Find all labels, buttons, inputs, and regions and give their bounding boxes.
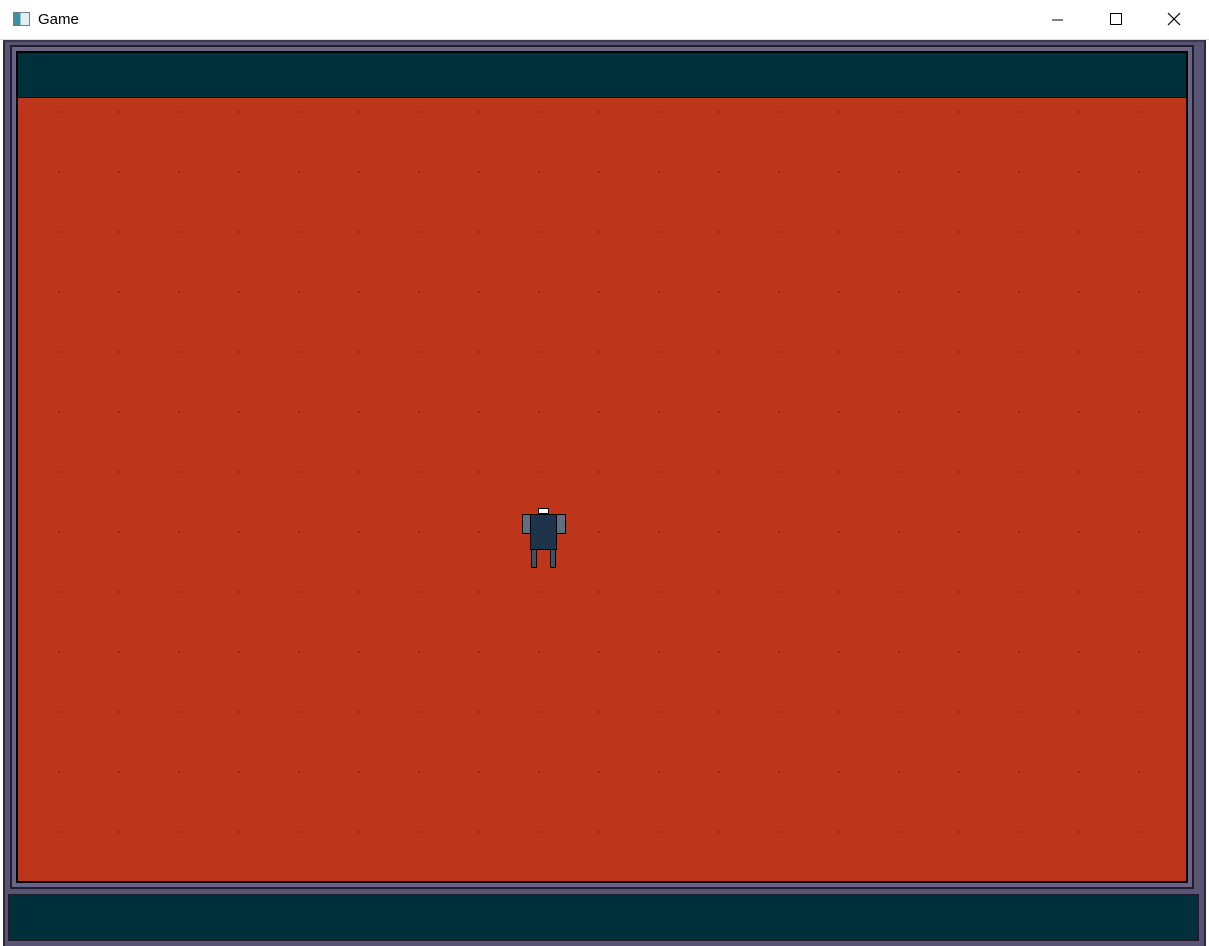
maximize-icon [1110, 13, 1122, 25]
title-bar[interactable]: Game [0, 0, 1209, 40]
game-canvas[interactable] [3, 40, 1206, 946]
game-window: Game [0, 0, 1209, 946]
arena-frame [10, 45, 1194, 889]
maximize-button[interactable] [1087, 0, 1145, 39]
app-window-icon [13, 12, 30, 26]
arena-border [16, 51, 1188, 883]
close-icon [1167, 12, 1181, 26]
bottom-hud-bar [8, 894, 1199, 941]
player-right-leg [550, 549, 556, 568]
robot-player-sprite [522, 508, 567, 570]
player-left-leg [531, 549, 537, 568]
play-area[interactable] [18, 98, 1186, 881]
player-head [538, 508, 549, 514]
minimize-button[interactable] [1029, 0, 1087, 39]
window-title: Game [38, 11, 79, 28]
player-body [530, 514, 557, 550]
top-hud-bar [18, 53, 1186, 98]
close-button[interactable] [1145, 0, 1203, 39]
minimize-icon [1052, 19, 1063, 21]
player-right-arm [556, 514, 566, 534]
